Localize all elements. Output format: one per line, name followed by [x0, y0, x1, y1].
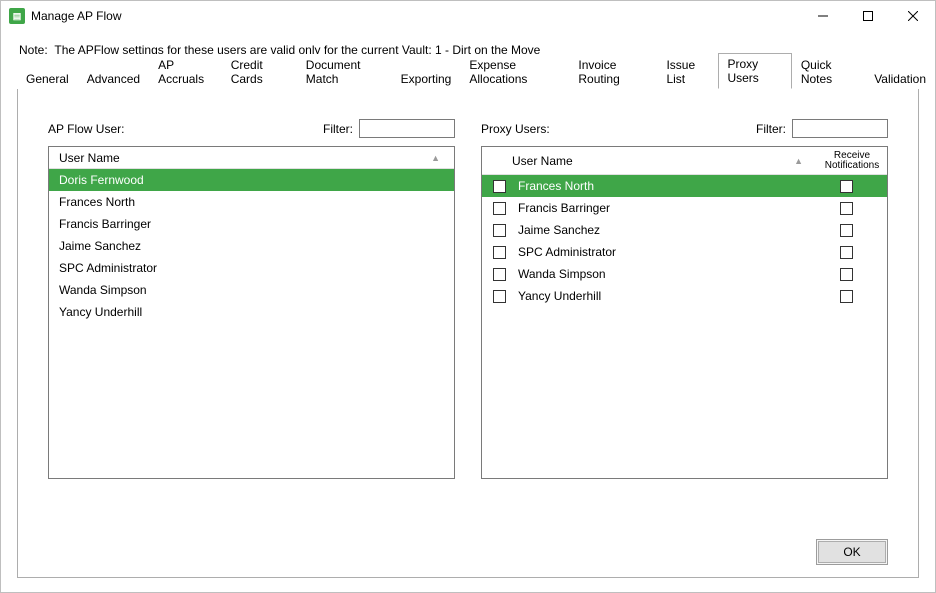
sort-asc-icon: ▲ [431, 153, 440, 163]
ap-flow-header-username[interactable]: User Name [59, 151, 120, 165]
checkbox-icon [840, 268, 853, 281]
list-item[interactable]: Yancy Underhill [482, 285, 887, 307]
list-item[interactable]: SPC Administrator [482, 241, 887, 263]
list-item[interactable]: Frances North [482, 175, 887, 197]
window-title: Manage AP Flow [31, 9, 122, 23]
user-name-cell: SPC Administrator [510, 245, 811, 259]
list-item[interactable]: Francis Barringer [482, 197, 887, 219]
checkbox-icon [493, 224, 506, 237]
receive-notifications-checkbox[interactable] [811, 180, 881, 193]
checkbox-icon [840, 224, 853, 237]
checkbox-icon [840, 180, 853, 193]
proxy-select-checkbox[interactable] [488, 202, 510, 215]
user-name-cell: Doris Fernwood [55, 173, 448, 187]
sort-asc-icon: ▲ [794, 156, 803, 166]
maximize-icon [863, 11, 873, 21]
receive-notifications-checkbox[interactable] [811, 202, 881, 215]
checkbox-icon [493, 202, 506, 215]
tab-issue-list[interactable]: Issue List [657, 54, 718, 89]
receive-notifications-checkbox[interactable] [811, 224, 881, 237]
app-icon: ▤ [9, 8, 25, 24]
list-item[interactable]: Wanda Simpson [49, 279, 454, 301]
proxy-select-checkbox[interactable] [488, 268, 510, 281]
tab-credit-cards[interactable]: Credit Cards [222, 54, 297, 89]
checkbox-icon [840, 246, 853, 259]
user-name-cell: Jaime Sanchez [510, 223, 811, 237]
user-name-cell: SPC Administrator [55, 261, 448, 275]
close-icon [908, 11, 918, 21]
tab-proxy-users[interactable]: Proxy Users [718, 53, 791, 89]
minimize-icon [818, 11, 828, 21]
ap-flow-user-pane: AP Flow User: Filter: User Name ▲ Doris … [48, 119, 455, 479]
maximize-button[interactable] [845, 1, 890, 31]
user-name-cell: Wanda Simpson [55, 283, 448, 297]
proxy-users-pane: Proxy Users: Filter: User Name ▲ [481, 119, 888, 479]
tab-general[interactable]: General [17, 68, 78, 89]
tab-expense-allocations[interactable]: Expense Allocations [460, 54, 569, 89]
tab-panel: AP Flow User: Filter: User Name ▲ Doris … [17, 89, 919, 578]
user-name-cell: Jaime Sanchez [55, 239, 448, 253]
note-label: Note: [19, 43, 48, 57]
list-item[interactable]: Wanda Simpson [482, 263, 887, 285]
ap-flow-filter-input[interactable] [359, 119, 455, 138]
tab-exporting[interactable]: Exporting [392, 68, 461, 89]
tab-ap-accruals[interactable]: AP Accruals [149, 54, 222, 89]
list-item[interactable]: Jaime Sanchez [49, 235, 454, 257]
user-name-cell: Yancy Underhill [510, 289, 811, 303]
receive-notifications-checkbox[interactable] [811, 268, 881, 281]
proxy-header-receive[interactable]: Receive Notifications [817, 147, 887, 174]
list-item[interactable]: Doris Fernwood [49, 169, 454, 191]
checkbox-icon [840, 202, 853, 215]
tab-quick-notes[interactable]: Quick Notes [792, 54, 865, 89]
proxy-select-checkbox[interactable] [488, 246, 510, 259]
proxy-select-checkbox[interactable] [488, 180, 510, 193]
proxy-users-list[interactable]: User Name ▲ Receive Notifications France… [481, 146, 888, 479]
user-name-cell: Wanda Simpson [510, 267, 811, 281]
ap-flow-user-list[interactable]: User Name ▲ Doris Fernwood Frances North F… [48, 146, 455, 479]
titlebar: ▤ Manage AP Flow [1, 1, 935, 31]
window-controls [800, 1, 935, 31]
list-item[interactable]: Yancy Underhill [49, 301, 454, 323]
list-item[interactable]: SPC Administrator [49, 257, 454, 279]
receive-notifications-checkbox[interactable] [811, 290, 881, 303]
list-item[interactable]: Jaime Sanchez [482, 219, 887, 241]
checkbox-icon [493, 268, 506, 281]
user-name-cell: Yancy Underhill [55, 305, 448, 319]
tab-validation[interactable]: Validation [865, 68, 935, 89]
proxy-filter-input[interactable] [792, 119, 888, 138]
user-name-cell: Frances North [510, 179, 811, 193]
checkbox-icon [493, 290, 506, 303]
tab-strip: GeneralAdvancedAP AccrualsCredit CardsDo… [1, 67, 935, 89]
dialog-footer: OK [816, 539, 888, 565]
receive-notifications-checkbox[interactable] [811, 246, 881, 259]
user-name-cell: Francis Barringer [510, 201, 811, 215]
close-button[interactable] [890, 1, 935, 31]
list-item[interactable]: Frances North [49, 191, 454, 213]
ok-button[interactable]: OK [818, 541, 886, 563]
window: ▤ Manage AP Flow Note: The APFlow settin… [0, 0, 936, 593]
proxy-select-checkbox[interactable] [488, 224, 510, 237]
tab-invoice-routing[interactable]: Invoice Routing [569, 54, 657, 89]
user-name-cell: Frances North [55, 195, 448, 209]
ap-flow-filter-label: Filter: [323, 122, 353, 136]
list-item[interactable]: Francis Barringer [49, 213, 454, 235]
checkbox-icon [493, 180, 506, 193]
minimize-button[interactable] [800, 1, 845, 31]
tab-document-match[interactable]: Document Match [297, 54, 392, 89]
user-name-cell: Francis Barringer [55, 217, 448, 231]
tab-advanced[interactable]: Advanced [78, 68, 149, 89]
proxy-header-username[interactable]: User Name [512, 154, 573, 168]
proxy-select-checkbox[interactable] [488, 290, 510, 303]
ap-flow-user-label: AP Flow User: [48, 122, 124, 136]
checkbox-icon [493, 246, 506, 259]
checkbox-icon [840, 290, 853, 303]
proxy-users-label: Proxy Users: [481, 122, 550, 136]
proxy-filter-label: Filter: [756, 122, 786, 136]
